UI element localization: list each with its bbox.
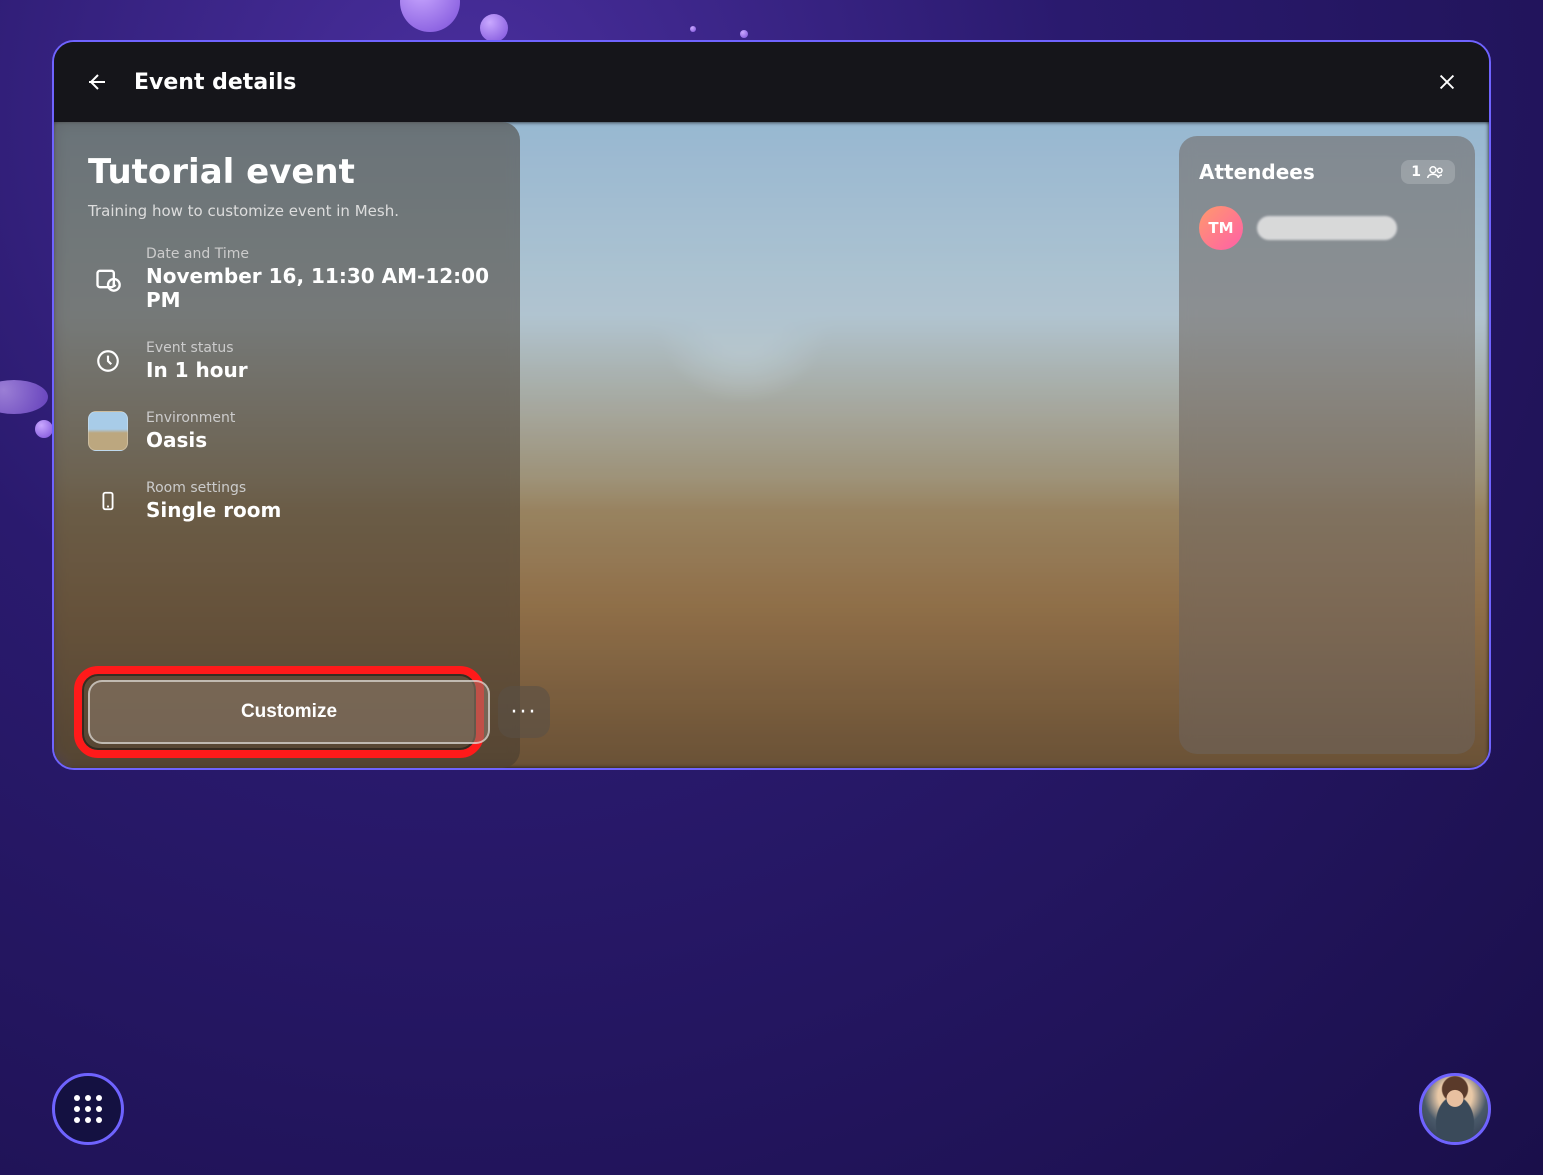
close-button[interactable]	[1433, 68, 1461, 96]
meta-environment: Environment Oasis	[88, 410, 490, 452]
decor-orb	[480, 14, 508, 42]
attendee-count: 1	[1411, 164, 1421, 180]
event-info-panel: Tutorial event Training how to customize…	[54, 122, 520, 768]
decor-orb	[740, 30, 748, 38]
environment-thumbnail	[88, 411, 128, 451]
meta-status: Event status In 1 hour	[88, 340, 490, 382]
environment-value: Oasis	[146, 428, 235, 452]
meta-datetime: Date and Time November 16, 11:30 AM-12:0…	[88, 246, 490, 312]
customize-button[interactable]: Customize	[88, 680, 490, 744]
decor-orb	[0, 380, 48, 414]
decor-orb	[400, 0, 460, 32]
attendees-header: Attendees 1	[1199, 160, 1455, 184]
attendee-name-redacted	[1257, 216, 1397, 240]
titlebar: Event details	[54, 42, 1489, 122]
status-value: In 1 hour	[146, 358, 248, 382]
datetime-label: Date and Time	[146, 246, 490, 262]
attendees-panel: Attendees 1 TM	[1179, 136, 1475, 754]
content-area: Tutorial event Training how to customize…	[54, 122, 1489, 768]
user-avatar-button[interactable]	[1419, 1073, 1491, 1145]
app-menu-button[interactable]	[52, 1073, 124, 1145]
window-title: Event details	[134, 70, 296, 95]
calendar-clock-icon	[88, 259, 128, 299]
grid-icon	[74, 1095, 102, 1123]
meta-room: Room settings Single room	[88, 480, 490, 522]
environment-label: Environment	[146, 410, 235, 426]
back-button[interactable]	[82, 68, 110, 96]
arrow-left-icon	[84, 70, 108, 94]
attendees-title: Attendees	[1199, 160, 1315, 184]
event-details-window: Event details Tutorial event Training ho…	[52, 40, 1491, 770]
more-actions-button[interactable]: ···	[498, 686, 550, 738]
status-label: Event status	[146, 340, 248, 356]
device-icon	[88, 481, 128, 521]
event-title: Tutorial event	[88, 152, 490, 192]
attendee-avatar: TM	[1199, 206, 1243, 250]
attendee-count-badge: 1	[1401, 160, 1455, 184]
decor-orb	[35, 420, 53, 438]
room-label: Room settings	[146, 480, 281, 496]
people-icon	[1427, 165, 1445, 179]
event-description: Training how to customize event in Mesh.	[88, 202, 490, 220]
action-row: Customize ···	[88, 680, 490, 744]
room-value: Single room	[146, 498, 281, 522]
datetime-value: November 16, 11:30 AM-12:00 PM	[146, 264, 490, 312]
clock-icon	[88, 341, 128, 381]
close-icon	[1436, 71, 1458, 93]
attendee-row[interactable]: TM	[1199, 206, 1455, 250]
decor-orb	[690, 26, 696, 32]
